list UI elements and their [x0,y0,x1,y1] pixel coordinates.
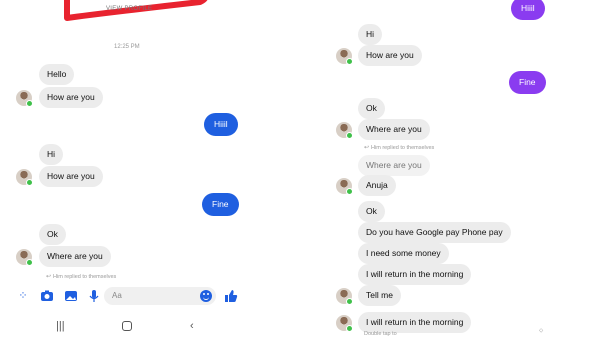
double-tap-hint: Double tap to [364,331,397,337]
reply-note: ↩ Him replied to themselves [46,273,116,280]
android-nav-bar: ||| ‹ [0,314,246,338]
red-annotation-mark [64,0,208,21]
emoji-icon[interactable] [200,290,212,302]
incoming-message[interactable]: How are you [358,45,422,66]
gallery-icon[interactable] [64,289,78,303]
incoming-message[interactable]: How are you [39,166,103,187]
outgoing-message[interactable]: Hiiil [511,0,545,20]
incoming-message[interactable]: Do you have Google pay Phone pay [358,222,511,243]
message-input-placeholder: Aa [112,291,122,300]
incoming-message[interactable]: Where are you [39,246,111,267]
outgoing-message[interactable]: Fine [202,193,239,216]
message-timestamp: 12:25 PM [114,44,140,50]
contact-avatar[interactable] [336,48,353,65]
back-icon[interactable]: ‹ [190,320,194,332]
incoming-message[interactable]: Ok [39,224,66,245]
message-input[interactable]: Aa [104,287,216,305]
outgoing-message[interactable]: Fine [509,71,546,94]
recents-icon[interactable]: ||| [56,320,65,332]
incoming-message[interactable]: How are you [39,87,103,108]
incoming-message[interactable]: Hello [39,64,75,85]
incoming-message[interactable]: Tell me [358,285,401,306]
contact-avatar[interactable] [336,315,353,332]
incoming-message[interactable]: I need some money [358,243,449,264]
incoming-message[interactable]: Anuja [358,175,396,196]
outgoing-message[interactable]: Hiiil [204,113,238,136]
message-composer: ⁘ Aa [0,284,246,310]
seen-indicator-icon: ⬦ [539,328,544,334]
home-icon[interactable] [122,321,132,331]
incoming-message[interactable]: Where are you [358,119,430,140]
reply-icon: ↩ [364,145,370,151]
contact-avatar[interactable] [336,288,353,305]
contact-avatar[interactable] [336,122,353,139]
incoming-message[interactable]: Ok [358,98,385,119]
quoted-message[interactable]: Where are you [358,155,430,176]
incoming-message[interactable]: I will return in the morning [358,312,472,333]
reply-icon: ↩ [46,274,52,280]
right-chat-screenshot: Hiiil Hi How are you Fine Ok Where are y… [328,0,600,338]
incoming-message[interactable]: Hi [39,144,64,165]
contact-avatar[interactable] [336,178,353,195]
incoming-message[interactable]: Ok [358,201,385,222]
view-profile-link[interactable]: VIEW PROFILE [106,6,152,12]
incoming-message[interactable]: I will return in the morning [358,264,472,285]
reply-note-text: Him replied to themselves [371,145,435,151]
left-chat-screenshot: VIEW PROFILE 12:25 PM Hello How are you … [0,0,246,338]
incoming-message[interactable]: Hi [358,24,383,45]
mic-icon[interactable] [87,289,101,303]
gap [246,0,328,338]
reply-note-text: Him replied to themselves [53,274,117,280]
reply-note: ↩ Him replied to themselves [364,144,434,151]
like-icon[interactable] [224,289,238,303]
contact-avatar[interactable] [16,90,33,107]
contact-avatar[interactable] [16,249,33,266]
menu-dots-icon[interactable]: ⁘ [16,289,30,303]
contact-avatar[interactable] [16,169,33,186]
camera-icon[interactable] [40,289,54,303]
